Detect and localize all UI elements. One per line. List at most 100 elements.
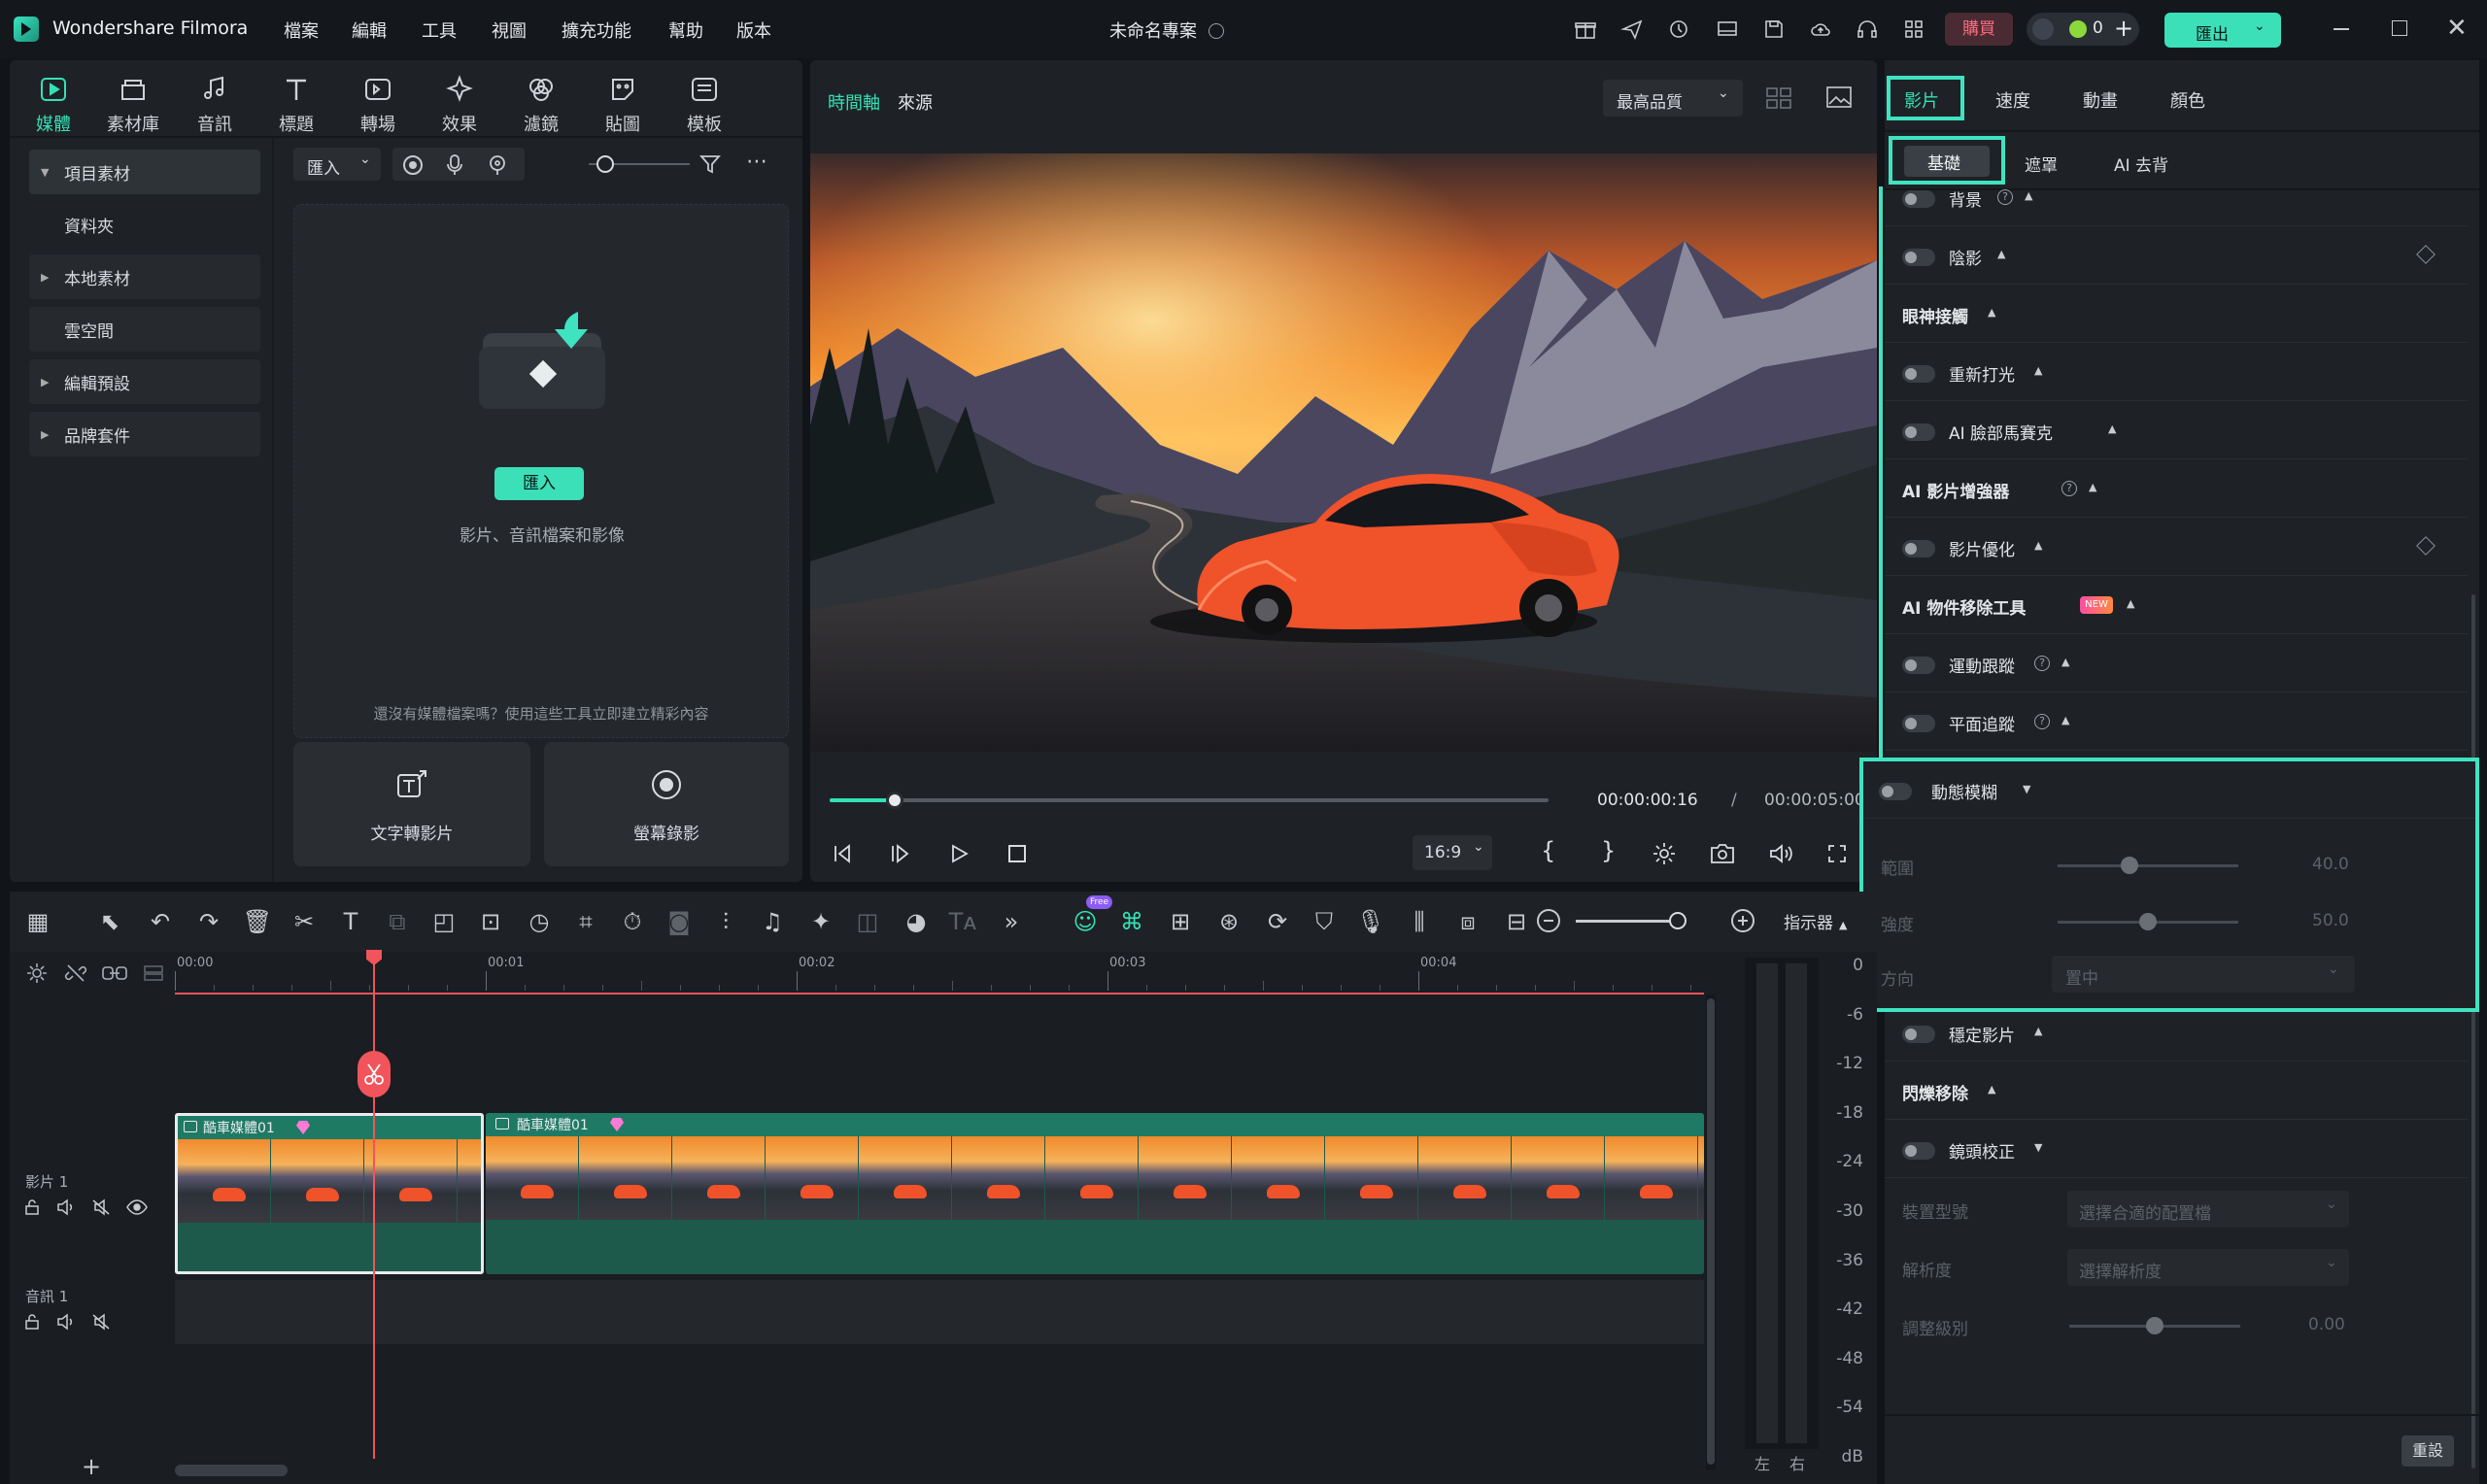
split-scissors-button[interactable] — [358, 1051, 391, 1097]
voiceover-icon[interactable] — [488, 153, 507, 177]
crop-frame-icon[interactable]: ⌗ — [567, 903, 604, 940]
mark-in-icon[interactable]: { — [1541, 837, 1555, 864]
text-ai-icon[interactable]: Tᴀ — [944, 903, 981, 940]
sidebar-item-brand-kit[interactable]: ▶ 品牌套件 — [29, 412, 260, 456]
sidebar-item-project-media[interactable]: ▼ 項目素材 — [29, 150, 260, 194]
delete-icon[interactable]: 🗑 — [239, 903, 276, 940]
mark-out-icon[interactable]: } — [1601, 837, 1616, 864]
grid-view-icon[interactable] — [1766, 87, 1791, 109]
points-badge[interactable]: 0 + — [2027, 13, 2139, 46]
more-icon[interactable]: ⋯ — [746, 150, 768, 174]
reset-button[interactable]: 重設 — [2402, 1435, 2454, 1467]
help-icon[interactable]: ? — [2034, 656, 2050, 671]
help-icon[interactable]: ? — [1997, 189, 2013, 205]
property-toggle[interactable] — [1902, 423, 1935, 441]
render-settings-icon[interactable] — [1652, 841, 1677, 866]
video-clip-1[interactable]: 酷車媒體01 — [175, 1113, 484, 1274]
property-toggle[interactable] — [1902, 657, 1935, 674]
fullscreen-icon[interactable] — [1826, 843, 1848, 864]
caret-up-icon[interactable]: ▲ — [2034, 539, 2042, 552]
property-toggle[interactable] — [1902, 1142, 1935, 1160]
caret-up-icon[interactable]: ▲ — [2108, 422, 2116, 435]
keyframe-icon[interactable]: ◫ — [849, 903, 886, 940]
speed-icon[interactable]: ◷ — [521, 903, 558, 940]
tab-color[interactable]: 顏色 — [2170, 87, 2205, 113]
link-icon[interactable] — [101, 961, 128, 985]
beat-icon[interactable]: ⟳ — [1259, 903, 1296, 940]
menu-extensions[interactable]: 擴充功能 — [562, 17, 631, 43]
direction-dropdown[interactable]: 置中 ⌄ — [2052, 956, 2355, 993]
mask-icon[interactable]: ◙ — [661, 903, 698, 940]
range-value[interactable]: 40.0 — [2312, 855, 2349, 874]
caret-up-icon[interactable]: ▲ — [2025, 189, 2032, 202]
snapshot-icon[interactable] — [1710, 843, 1735, 864]
play-icon[interactable] — [948, 843, 970, 864]
tab-titles[interactable]: 標題 — [264, 68, 328, 136]
more-tools-icon[interactable]: » — [993, 903, 1030, 940]
undo-icon[interactable]: ↶ — [142, 903, 179, 940]
add-track-icon[interactable]: + — [82, 1453, 101, 1480]
import-dropdown[interactable]: 匯入 ⌄ — [293, 148, 381, 181]
timer-icon[interactable]: ⏱ — [614, 903, 651, 940]
import-drop-area[interactable]: 匯入 影片、音訊檔案和影像 — [293, 204, 789, 738]
range-slider-track[interactable] — [2058, 864, 2238, 867]
buy-button[interactable]: 購買 — [1945, 13, 2013, 46]
sidebar-item-folder[interactable]: 資料夾 — [29, 202, 260, 247]
strength-value[interactable]: 50.0 — [2312, 911, 2349, 930]
monitor-icon[interactable] — [1716, 17, 1739, 41]
property-scrollbar[interactable] — [2471, 594, 2475, 1468]
mute-icon[interactable] — [91, 1198, 111, 1216]
lock-icon[interactable] — [23, 1198, 41, 1216]
caret-up-icon[interactable]: ▲ — [2034, 1025, 2042, 1037]
headset-icon[interactable] — [1856, 17, 1879, 41]
save-icon[interactable] — [1762, 17, 1786, 41]
track-manager-icon[interactable] — [142, 961, 165, 985]
property-toggle[interactable] — [1902, 1026, 1935, 1043]
timeline-v-thumb[interactable] — [1707, 998, 1715, 1465]
subtab-ai-bg-removal[interactable]: AI 去背 — [2114, 152, 2168, 176]
stop-icon[interactable] — [1008, 845, 1026, 862]
sidebar-item-cloud[interactable]: 雲空間 — [29, 307, 260, 352]
audio-track-lane[interactable] — [175, 1280, 1704, 1344]
aspect-ratio-dropdown[interactable]: 16:9 ⌄ — [1413, 835, 1492, 870]
strength-slider-thumb[interactable] — [2139, 913, 2157, 930]
sidebar-item-presets[interactable]: ▶ 編輯預設 — [29, 359, 260, 404]
prev-frame-icon[interactable] — [832, 843, 853, 864]
adjust-slider-thumb[interactable] — [2146, 1317, 2163, 1334]
import-button[interactable]: 匯入 — [494, 467, 584, 500]
mixer-icon[interactable]: ⫼ — [1401, 903, 1438, 940]
next-frame-icon[interactable] — [890, 843, 911, 864]
caret-up-icon[interactable]: ▲ — [2127, 597, 2134, 610]
tab-filters[interactable]: 濾鏡 — [509, 68, 573, 136]
device-dropdown[interactable]: 選擇合適的配置檔 ⌄ — [2067, 1191, 2349, 1228]
mute-icon[interactable] — [91, 1313, 111, 1331]
smart-cut-icon[interactable]: ⌘ — [1113, 903, 1150, 940]
send-icon[interactable] — [1620, 17, 1644, 41]
menu-version[interactable]: 版本 — [736, 17, 771, 43]
range-slider-thumb[interactable] — [2121, 857, 2139, 874]
eye-icon[interactable] — [126, 1198, 148, 1216]
property-toggle[interactable] — [1902, 190, 1935, 208]
timeline-ruler[interactable] — [175, 952, 1704, 995]
export-button[interactable]: 匯出 ⌄ — [2164, 13, 2281, 48]
close-icon[interactable]: ✕ — [2446, 14, 2468, 43]
lock-icon[interactable] — [23, 1313, 41, 1331]
text-icon[interactable]: T — [332, 903, 369, 940]
tab-audio[interactable]: 音訊 — [183, 68, 247, 136]
property-toggle[interactable] — [1902, 365, 1935, 383]
caret-up-icon[interactable]: ▲ — [2034, 364, 2042, 377]
timeline-zoom-thumb[interactable] — [1669, 912, 1686, 929]
crop-zoom-icon[interactable]: ⊡ — [472, 903, 509, 940]
video-clip-2[interactable]: 酷車媒體01 — [486, 1113, 1704, 1274]
tab-video[interactable]: 影片 — [1887, 76, 1964, 120]
playback-progress-track[interactable] — [830, 798, 1549, 802]
tab-effects[interactable]: 效果 — [427, 68, 492, 136]
tab-stock[interactable]: 素材庫 — [101, 68, 165, 136]
freeze-icon[interactable]: ⫶ — [707, 903, 744, 940]
volume-icon[interactable] — [1768, 843, 1793, 864]
preview-video[interactable] — [810, 153, 1877, 752]
speaker-icon[interactable] — [56, 1313, 76, 1331]
zoom-out-icon[interactable] — [1537, 909, 1560, 932]
motion-icon[interactable]: ⊛ — [1210, 903, 1247, 940]
menu-help[interactable]: 幫助 — [668, 17, 703, 43]
